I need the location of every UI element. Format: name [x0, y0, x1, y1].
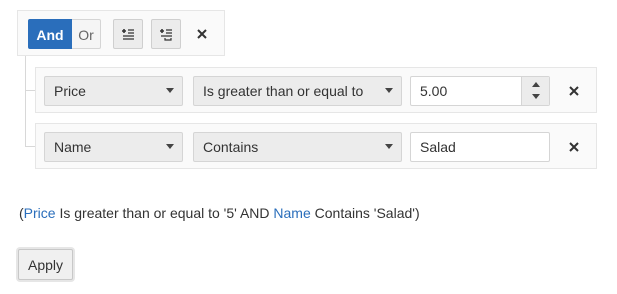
expression-row: Name Contains: [35, 123, 597, 169]
numeric-value-input[interactable]: [411, 77, 519, 105]
summary-clause: Contains 'Salad': [310, 205, 415, 221]
operator-dropdown-value: Contains: [203, 139, 259, 155]
decrease-value-button[interactable]: [522, 91, 549, 105]
remove-expression-button[interactable]: [563, 132, 585, 162]
chevron-down-icon: [166, 88, 174, 93]
logic-toggle: And Or: [28, 19, 101, 49]
tree-branch: [25, 90, 35, 91]
text-value-editor: [410, 132, 550, 162]
add-expression-icon: [122, 29, 134, 40]
add-group-button[interactable]: [151, 19, 181, 49]
operator-dropdown-value: Is greater than or equal to: [203, 83, 364, 99]
summary-field-price: Price: [23, 205, 56, 221]
chevron-down-icon: [385, 144, 393, 149]
logic-and-button[interactable]: And: [28, 19, 72, 49]
text-value-input[interactable]: [411, 133, 547, 161]
chevron-down-icon: [166, 144, 174, 149]
close-icon: [569, 86, 579, 96]
close-icon: [569, 142, 579, 152]
close-icon: [197, 29, 207, 39]
tree-connector: [25, 56, 26, 146]
filter-builder: And Or Price Is greater than or equal to…: [0, 0, 617, 294]
chevron-down-icon: [385, 88, 393, 93]
logic-or-button[interactable]: Or: [72, 19, 101, 49]
numeric-value-editor: [410, 76, 550, 106]
tree-branch: [25, 146, 35, 147]
summary-clause: Is greater than or equal to '5': [55, 205, 240, 221]
filter-toolbar: And Or: [17, 10, 225, 56]
summary-joiner: AND: [239, 205, 270, 221]
remove-group-button[interactable]: [190, 19, 214, 49]
apply-button[interactable]: Apply: [18, 249, 73, 280]
filter-summary: (Price Is greater than or equal to '5' A…: [19, 205, 420, 221]
remove-expression-button[interactable]: [563, 76, 585, 106]
add-group-icon: [160, 28, 172, 41]
field-dropdown-value: Price: [54, 83, 86, 99]
summary-field-name: Name: [273, 205, 311, 221]
numeric-spinner: [521, 77, 549, 105]
operator-dropdown[interactable]: Contains: [193, 132, 402, 162]
summary-close-paren: ): [414, 205, 420, 221]
add-expression-button[interactable]: [113, 19, 143, 49]
expression-row: Price Is greater than or equal to: [35, 67, 597, 113]
operator-dropdown[interactable]: Is greater than or equal to: [193, 76, 402, 106]
field-dropdown[interactable]: Price: [44, 76, 183, 106]
increase-value-button[interactable]: [522, 77, 549, 91]
field-dropdown-value: Name: [54, 139, 92, 155]
field-dropdown[interactable]: Name: [44, 132, 183, 162]
